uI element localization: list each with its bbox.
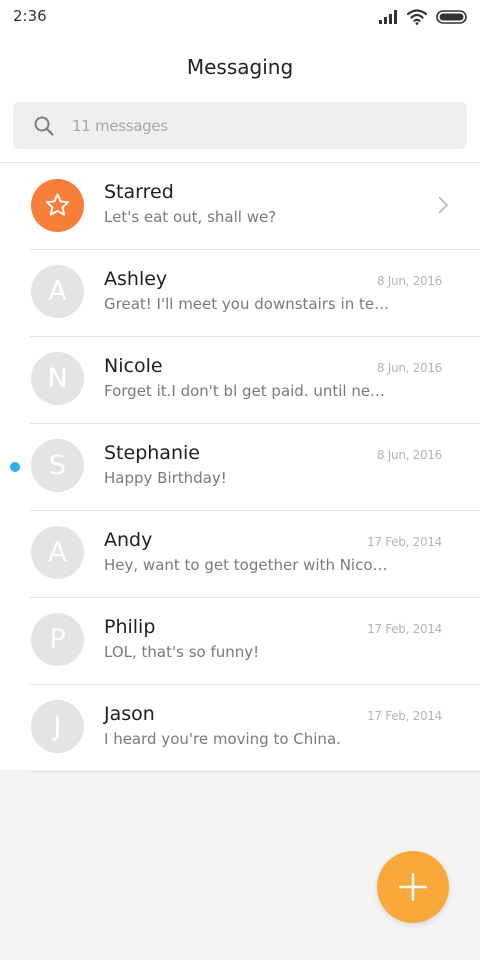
message-preview: LOL, that's so funny! xyxy=(104,643,260,661)
avatar: S xyxy=(31,439,84,492)
starred-preview: Let's eat out, shall we? xyxy=(104,208,277,226)
contact-name: Jason xyxy=(104,703,155,725)
conversation-list: Starred Let's eat out, shall we? A Ashle… xyxy=(0,163,480,772)
starred-title: Starred xyxy=(104,181,174,203)
message-date: 8 Jun, 2016 xyxy=(376,361,442,375)
message-preview: Happy Birthday! xyxy=(104,469,227,487)
unread-indicator xyxy=(10,462,20,472)
search-icon xyxy=(34,116,54,136)
search-input[interactable]: 11 messages xyxy=(13,102,467,149)
starred-avatar xyxy=(31,179,84,232)
row-divider xyxy=(30,771,480,772)
conversation-row[interactable]: N Nicole 8 Jun, 2016 Forget it.I don't b… xyxy=(0,337,480,424)
page-title: Messaging xyxy=(186,55,294,79)
avatar: J xyxy=(31,700,84,753)
signal-icon xyxy=(379,10,397,24)
contact-name: Ashley xyxy=(104,268,168,290)
message-date: 8 Jun, 2016 xyxy=(376,448,442,462)
battery-icon xyxy=(436,10,467,24)
contact-name: Andy xyxy=(104,529,153,551)
contact-name: Nicole xyxy=(104,355,163,377)
content-area: 2:36 Messaging 11 messages Starred Let's… xyxy=(0,0,480,772)
status-time: 2:36 xyxy=(13,7,47,25)
message-date: 8 Jun, 2016 xyxy=(376,274,442,288)
message-preview: Great! I'll meet you downstairs in ten m… xyxy=(104,295,390,313)
message-preview: Hey, want to get together with Nicole on… xyxy=(104,556,390,574)
messaging-screen: 2:36 Messaging 11 messages Starred Let's… xyxy=(0,0,480,960)
message-preview: Forget it.I don't bl get paid. until nex… xyxy=(104,382,390,400)
conversation-row[interactable]: A Ashley 8 Jun, 2016 Great! I'll meet yo… xyxy=(0,250,480,337)
conversation-row[interactable]: J Jason 17 Feb, 2014 I heard you're movi… xyxy=(0,685,480,772)
compose-button[interactable] xyxy=(377,851,449,923)
avatar: N xyxy=(31,352,84,405)
chevron-right-icon xyxy=(438,196,449,214)
avatar: P xyxy=(31,613,84,666)
message-preview: I heard you're moving to China. xyxy=(104,730,341,748)
message-date: 17 Feb, 2014 xyxy=(367,622,442,636)
star-icon xyxy=(45,193,70,216)
contact-name: Stephanie xyxy=(104,442,200,464)
contact-name: Philip xyxy=(104,616,156,638)
avatar: A xyxy=(31,265,84,318)
wifi-icon xyxy=(407,9,427,25)
message-date: 17 Feb, 2014 xyxy=(367,709,442,723)
search-placeholder: 11 messages xyxy=(72,117,168,135)
starred-row[interactable]: Starred Let's eat out, shall we? xyxy=(0,163,480,250)
conversation-row[interactable]: S Stephanie 8 Jun, 2016 Happy Birthday! xyxy=(0,424,480,511)
conversation-row[interactable]: A Andy 17 Feb, 2014 Hey, want to get tog… xyxy=(0,511,480,598)
conversation-row[interactable]: P Philip 17 Feb, 2014 LOL, that's so fun… xyxy=(0,598,480,685)
status-icons xyxy=(370,8,468,26)
status-bar: 2:36 xyxy=(0,0,480,34)
message-date: 17 Feb, 2014 xyxy=(367,535,442,549)
plus-icon xyxy=(399,873,427,901)
avatar: A xyxy=(31,526,84,579)
